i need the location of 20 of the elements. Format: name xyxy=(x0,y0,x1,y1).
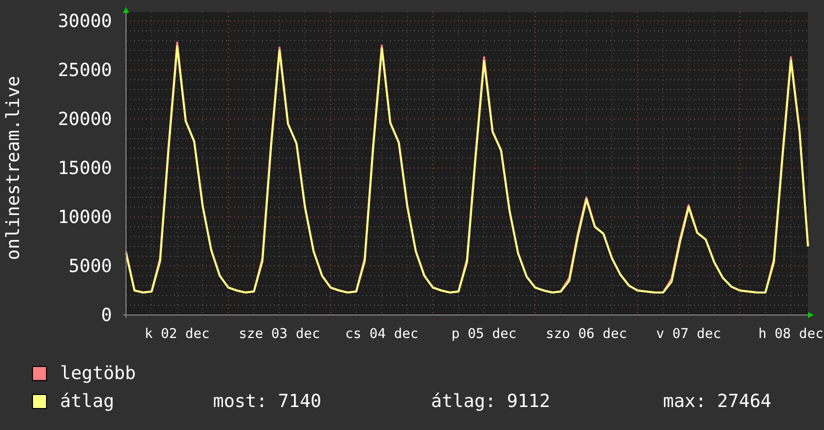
x-axis-label: k 02 dec xyxy=(144,326,210,342)
x-axis-label: szo 06 dec xyxy=(546,326,627,342)
stat-value: most: 7140 xyxy=(213,390,322,412)
legend-label: legtöbb xyxy=(60,362,137,384)
y-axis-label: 15000 xyxy=(58,158,112,179)
x-axis-label: sze 03 dec xyxy=(238,326,320,342)
x-axis-label: p 05 dec xyxy=(452,326,517,342)
legend-label: átlag xyxy=(60,390,116,412)
y-axis-label: 0 xyxy=(101,305,112,326)
stat-value: átlag: 9112 xyxy=(431,390,552,412)
x-axis-label: cs 04 dec xyxy=(345,326,418,342)
y-axis-label: 25000 xyxy=(58,60,112,81)
x-axis-label: v 07 dec xyxy=(656,326,722,342)
y-axis-label: 5000 xyxy=(68,256,112,277)
y-axis-label: 20000 xyxy=(58,109,112,130)
y-axis-label: 10000 xyxy=(58,207,112,228)
stat-value: max: 27464 xyxy=(663,390,772,412)
y-axis-label: 30000 xyxy=(58,11,112,32)
x-axis-label: h 08 dec xyxy=(758,326,824,342)
vertical-axis-title: onlinestream.live xyxy=(3,76,24,260)
